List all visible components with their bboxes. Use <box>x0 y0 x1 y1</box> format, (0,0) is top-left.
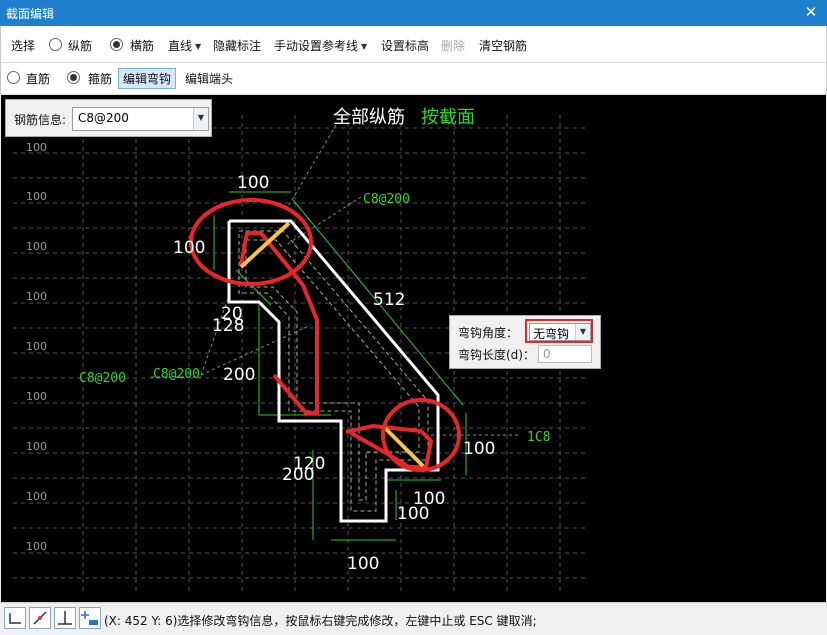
straight-bar-label[interactable]: 直筋 <box>26 70 50 87</box>
snap-orthogonal-icon[interactable] <box>4 607 26 629</box>
window-title: 截面编辑 <box>6 7 55 21</box>
rebar-label: C8@200 <box>79 371 126 386</box>
rebar-info-label: 钢筋信息: <box>14 113 67 127</box>
grid-label: 100 <box>26 540 47 553</box>
edit-hook-button[interactable]: 编辑弯钩 <box>118 68 177 89</box>
hoop-bar-radio[interactable] <box>67 71 80 84</box>
grid-label: 100 <box>26 190 47 203</box>
straight-line-label: 直线 <box>168 39 193 53</box>
rebar-label: C8@200 <box>153 367 200 382</box>
add-point-icon[interactable] <box>79 607 101 629</box>
rebar-info-value: C8@200 <box>78 111 129 125</box>
grid-label: 100 <box>26 340 47 353</box>
hook-length-input[interactable]: 0 <box>538 345 592 363</box>
rebar-label: C8@200 <box>363 192 410 207</box>
snap-perpendicular-icon[interactable] <box>54 607 76 629</box>
longitudinal-label[interactable]: 纵筋 <box>68 37 92 54</box>
hook-panel: 弯钩角度： 无弯钩 ▼ 弯钩长度(d)： 0 <box>449 315 601 369</box>
close-icon[interactable]: ✕ <box>803 3 819 21</box>
longitudinal-radio[interactable] <box>49 38 62 51</box>
status-bar: (X: 452 Y: 6)选择修改弯钩信息，按鼠标右键完成修改，左键中止或 ES… <box>0 602 827 635</box>
dimension-label: 200 <box>223 365 255 385</box>
dimension-label: 100 <box>347 554 379 574</box>
grid-label: 100 <box>26 390 47 403</box>
dropdown-caret-icon: ▼ <box>195 42 202 51</box>
delete-button[interactable]: 删除 <box>441 37 465 54</box>
grid-label: 100 <box>26 490 47 503</box>
hide-dimension-button[interactable]: 隐藏标注 <box>213 37 261 54</box>
hoop-bar-label[interactable]: 箍筋 <box>88 70 112 87</box>
canvas-heading-mode: 按截面 <box>421 107 475 128</box>
set-elevation-button[interactable]: 设置标高 <box>381 37 429 54</box>
edit-end-button[interactable]: 编辑端头 <box>185 70 233 87</box>
dimension-label: 100 <box>397 504 429 524</box>
canvas-heading: 全部纵筋 <box>333 107 405 128</box>
hook-angle-combo[interactable]: 无弯钩 ▼ <box>529 323 591 341</box>
dimension-label: 200 <box>282 465 314 485</box>
toolbar-main: 选择 纵筋 横筋 直线 ▼ 隐藏标注 手动设置参考线 ▼ 设置标高 删除 清空钢筋 <box>0 26 827 63</box>
dropdown-caret-icon[interactable]: ▼ <box>193 108 208 130</box>
select-button[interactable]: 选择 <box>11 37 35 54</box>
grid-label: 100 <box>26 440 47 453</box>
status-message: (X: 452 Y: 6)选择修改弯钩信息，按鼠标右键完成修改，左键中止或 ES… <box>104 614 537 628</box>
stirrup-label[interactable]: 横筋 <box>130 37 154 54</box>
section-outline <box>227 219 440 523</box>
rebar-info-combo[interactable]: C8@200 ▼ <box>72 107 209 131</box>
hook-length-value: 0 <box>543 347 551 361</box>
dimension-label: 100 <box>463 439 495 459</box>
grid-label: 100 <box>26 141 47 154</box>
stirrup-radio[interactable] <box>110 38 123 51</box>
grid-label: 100 <box>26 290 47 303</box>
dimension-label: 100 <box>237 173 269 193</box>
title-bar: 截面编辑 ✕ <box>0 0 827 26</box>
straight-bar-radio[interactable] <box>7 71 20 84</box>
hook-angle-label: 弯钩角度： <box>458 326 519 340</box>
drawing-canvas[interactable]: 100 100 100 100 100 100 100 100 100 全部纵筋… <box>1 95 826 602</box>
dimension-label: 512 <box>373 290 405 310</box>
rebar-label: 1C8 <box>527 430 550 445</box>
hook-angle-highlight: 无弯钩 ▼ <box>525 319 593 343</box>
straight-line-dropdown[interactable]: 直线 ▼ <box>168 37 201 54</box>
toolbar-sub: 直筋 箍筋 编辑弯钩 编辑端头 <box>0 63 827 95</box>
hook-angle-value: 无弯钩 <box>533 327 570 341</box>
rebar-info-panel: 钢筋信息: C8@200 ▼ <box>5 99 212 137</box>
manual-ref-line-label: 手动设置参考线 <box>274 39 359 53</box>
clear-rebar-button[interactable]: 清空钢筋 <box>479 37 527 54</box>
dimension-label: 128 <box>212 316 244 336</box>
section-drawing: 100 100 100 100 100 100 100 100 100 全部纵筋… <box>13 107 586 595</box>
hook-length-label: 弯钩长度(d)： <box>458 348 535 362</box>
manual-ref-line-dropdown[interactable]: 手动设置参考线 ▼ <box>274 37 367 54</box>
grid-label: 100 <box>26 240 47 253</box>
dimension-label: 100 <box>173 238 205 258</box>
dropdown-caret-icon[interactable]: ▼ <box>575 324 590 340</box>
dropdown-caret-icon: ▼ <box>361 42 368 51</box>
snap-angle-icon[interactable] <box>29 607 51 629</box>
